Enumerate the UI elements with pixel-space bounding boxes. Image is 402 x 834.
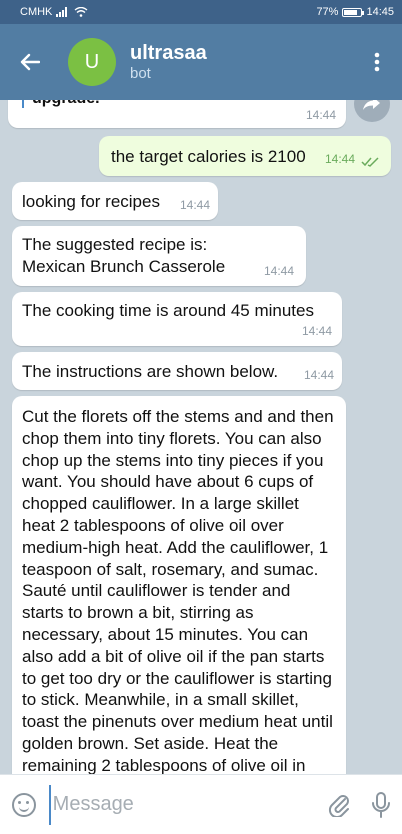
paperclip-icon [328, 794, 349, 817]
message-input[interactable] [48, 784, 318, 825]
message-bubble-incoming[interactable]: upgrade. 14:44 [8, 100, 346, 128]
message-time: 14:44 [305, 108, 336, 122]
share-arrow-icon [363, 100, 380, 110]
message-text: Cut the florets off the stems and and th… [22, 407, 334, 774]
double-check-icon [361, 157, 379, 167]
voice-record-button[interactable] [360, 775, 402, 834]
smiley-icon [12, 792, 37, 817]
avatar[interactable]: U [68, 38, 116, 86]
status-time: 14:45 [366, 6, 394, 18]
emoji-button[interactable] [0, 775, 49, 834]
chat-title: ultrasaa [130, 42, 207, 64]
chat-header: U ultrasaa bot [0, 24, 402, 100]
battery-icon [342, 7, 365, 17]
message-time: 14:44 [301, 324, 332, 338]
message-time: 14:44 [303, 368, 334, 382]
message-text: upgrade. [32, 100, 100, 110]
battery-percent: 77% [316, 6, 339, 18]
message-time: 14:44 [263, 264, 294, 278]
message-time: 14:44 [179, 198, 210, 212]
message-text: The cooking time is around 45 minutes [22, 301, 314, 320]
message-text: the target calories is 2100 [111, 147, 306, 166]
message-text: The instructions are shown below. [22, 362, 279, 381]
message-bubble-incoming[interactable]: The cooking time is around 45 minutes 14… [12, 292, 342, 346]
microphone-icon [371, 791, 390, 818]
message-bubble-incoming[interactable]: looking for recipes 14:44 [12, 182, 218, 220]
chat-title-area[interactable]: ultrasaa bot [130, 41, 352, 83]
attach-button[interactable] [318, 775, 360, 834]
status-bar: CMHK 77% 14:45 [0, 0, 402, 24]
back-button[interactable] [0, 24, 60, 100]
message-input-bar [0, 774, 402, 834]
signal-icon [56, 7, 68, 17]
share-button[interactable] [354, 100, 390, 122]
message-bubble-incoming[interactable]: The instructions are shown below. 14:44 [12, 352, 342, 390]
message-bubble-outgoing[interactable]: the target calories is 2100 14:44 [99, 136, 391, 176]
wifi-icon [74, 7, 88, 17]
message-list[interactable]: upgrade. 14:44 the target calories is 21… [0, 100, 402, 774]
message-bubble-incoming[interactable]: The suggested recipe is: Mexican Brunch … [12, 226, 306, 286]
more-vertical-icon [374, 52, 380, 72]
arrow-left-icon [20, 53, 40, 71]
message-bubble-incoming[interactable]: Cut the florets off the stems and and th… [12, 396, 346, 774]
reply-bar [22, 100, 24, 108]
carrier-label: CMHK [20, 6, 53, 18]
message-time: 14:44 [324, 152, 355, 166]
message-text: The suggested recipe is: Mexican Brunch … [22, 235, 226, 276]
message-text: looking for recipes [22, 192, 160, 211]
more-menu-button[interactable] [352, 24, 402, 100]
chat-subtitle: bot [130, 65, 151, 82]
